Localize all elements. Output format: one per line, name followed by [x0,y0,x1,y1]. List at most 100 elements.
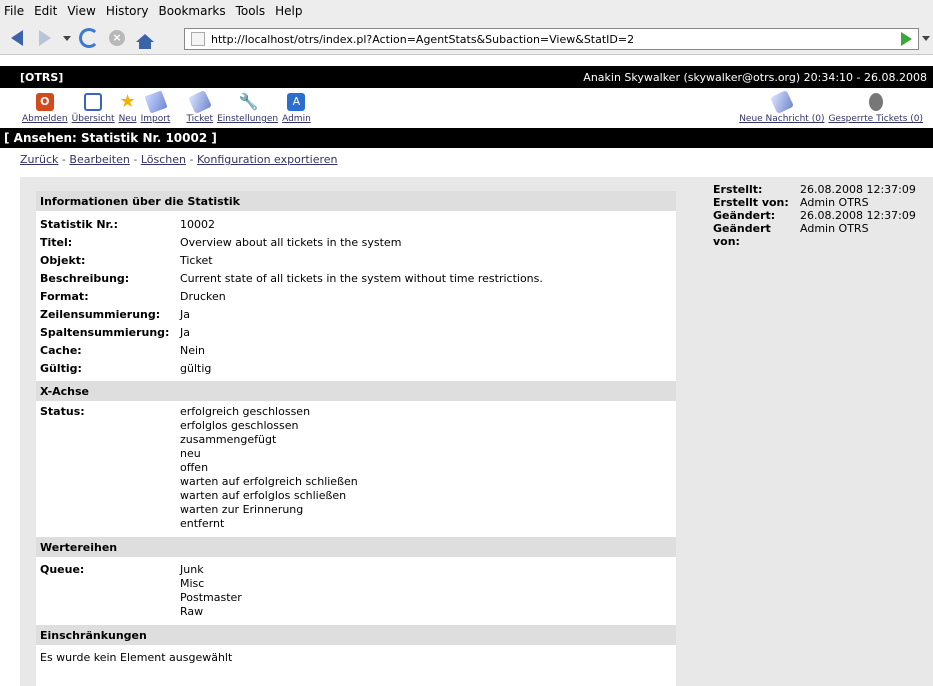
overview-link[interactable]: Übersicht [72,114,115,124]
page-icon [191,32,205,46]
info-row: Statistik Nr.: 10002 [36,215,676,233]
menu-file[interactable]: File [4,4,24,18]
url-bar[interactable]: http://localhost/otrs/index.pl?Action=Ag… [184,28,919,50]
tool-ticket[interactable]: Ticket [186,90,213,124]
export-config-link[interactable]: Konfiguration exportieren [197,153,338,166]
stat-meta: Erstellt: 26.08.2008 12:37:09 Erstellt vo… [713,183,916,248]
info-value: Drucken [180,290,226,303]
menu-history[interactable]: History [106,4,149,18]
admin-link[interactable]: Admin [282,114,311,124]
info-value: Ja [180,308,190,321]
info-row: Cache: Nein [36,341,676,359]
locked-tickets-link[interactable]: Gesperrte Tickets (0) [828,114,923,124]
otrs-toolbar: O Abmelden Übersicht ★ Neu Import Ticket [0,88,933,128]
tool-import[interactable]: Import [141,90,171,124]
url-dropdown-icon[interactable] [922,36,930,41]
action-links: Zurück - Bearbeiten - Löschen - Konfigur… [0,148,933,166]
new-message-link[interactable]: Neue Nachricht (0) [739,114,824,124]
separator: - [61,153,66,166]
info-key: Statistik Nr.: [40,218,118,231]
info-row: Zeilensummierung: Ja [36,305,676,323]
xaxis-value: warten zur Erinnerung [180,503,304,516]
info-key: Titel: [40,236,73,249]
forward-arrow-icon [39,30,51,46]
info-row: Beschreibung: Current state of all ticket… [36,269,676,287]
lock-icon: A [287,93,306,111]
xaxis-value: erfolgreich geschlossen [180,405,311,418]
restrictions-row: Es wurde kein Element ausgewählt [36,645,676,669]
back-arrow-icon [11,30,23,46]
info-value: Current state of all tickets in the syst… [180,272,543,285]
user-info: Anakin Skywalker (skywalker@otrs.org) 20… [583,70,927,84]
back-button[interactable] [6,27,28,49]
info-row: Objekt: Ticket [36,251,676,269]
info-key: Gültig: [40,362,82,375]
overview-icon [84,93,103,111]
meta-created-by: Erstellt von: Admin OTRS [713,196,869,209]
menu-tools[interactable]: Tools [236,4,266,18]
menu-view[interactable]: View [67,4,95,18]
xaxis-key: Status: [40,405,85,418]
tool-new[interactable]: ★ Neu [119,91,137,125]
series-key: Queue: [40,563,85,576]
ticket-icon [187,90,212,114]
info-row: Spaltensummierung: Ja [36,323,676,341]
ticket-link[interactable]: Ticket [186,114,213,124]
go-icon[interactable] [901,32,912,46]
back-link[interactable]: Zurück [20,153,58,166]
chevron-down-icon [63,35,71,41]
reload-button[interactable] [78,27,100,49]
info-key: Spaltensummierung: [40,326,170,339]
tool-new-message[interactable]: Neue Nachricht (0) [739,90,824,124]
menu-edit[interactable]: Edit [34,4,57,18]
otrs-brand: [OTRS] [20,70,64,84]
menu-bookmarks[interactable]: Bookmarks [159,4,226,18]
info-rows: Statistik Nr.: 10002 Titel: Overview about … [36,215,676,377]
info-value: gültig [180,362,212,375]
menu-help[interactable]: Help [275,4,302,18]
series-values: Junk Misc Postmaster Raw [180,563,242,619]
tool-settings[interactable]: 🔧 Einstellungen [217,92,278,125]
meta-changed-by: Geändert von: Admin OTRS [713,222,869,248]
home-button[interactable] [134,27,156,49]
history-dropdown-button[interactable] [62,27,72,49]
page-title: [ Ansehen: Statistik Nr. 10002 ] [0,128,933,148]
message-icon [769,90,794,114]
tool-logout[interactable]: O Abmelden [22,93,68,124]
stop-button[interactable]: × [106,27,128,49]
series-value: Misc [180,577,205,590]
tool-admin[interactable]: A Admin [282,93,311,124]
delete-link[interactable]: Löschen [141,153,186,166]
xaxis-value: zusammengefügt [180,433,277,446]
tool-overview[interactable]: Übersicht [72,93,115,124]
series-value: Raw [180,605,204,618]
info-value: Ticket [180,254,213,267]
xaxis-values: erfolgreich geschlossen erfolglos geschlo… [180,405,358,531]
xaxis-value: erfolglos geschlossen [180,419,299,432]
info-row: Gültig: gültig [36,359,676,377]
star-icon: ★ [119,91,136,112]
stat-details-panel: Informationen über die Statistik Statist… [36,191,676,686]
xaxis-value: offen [180,461,209,474]
wrench-icon: 🔧 [238,92,259,111]
browser-menubar: File Edit View History Bookmarks Tools H… [0,0,933,22]
main-content: Informationen über die Statistik Statist… [20,177,697,686]
settings-link[interactable]: Einstellungen [217,114,278,124]
info-row: Format: Drucken [36,287,676,305]
logout-link[interactable]: Abmelden [22,114,68,124]
forward-button[interactable] [34,27,56,49]
meta-changed: Geändert: 26.08.2008 12:37:09 [713,209,916,222]
series-row: Queue: Junk Misc Postmaster Raw [36,557,676,619]
import-link[interactable]: Import [141,114,171,124]
url-text[interactable]: http://localhost/otrs/index.pl?Action=Ag… [211,33,901,46]
xaxis-row: Status: erfolgreich geschlossen erfolglos… [36,401,676,531]
xaxis-value: entfernt [180,517,225,530]
agent-icon [868,93,883,111]
meta-created: Erstellt: 26.08.2008 12:37:09 [713,183,916,196]
tool-locked-tickets[interactable]: Gesperrte Tickets (0) [828,93,923,124]
power-icon: O [35,93,54,111]
restrictions-text: Es wurde kein Element ausgewählt [40,651,233,664]
edit-link[interactable]: Bearbeiten [69,153,129,166]
import-icon [143,90,168,114]
new-link[interactable]: Neu [119,114,137,124]
